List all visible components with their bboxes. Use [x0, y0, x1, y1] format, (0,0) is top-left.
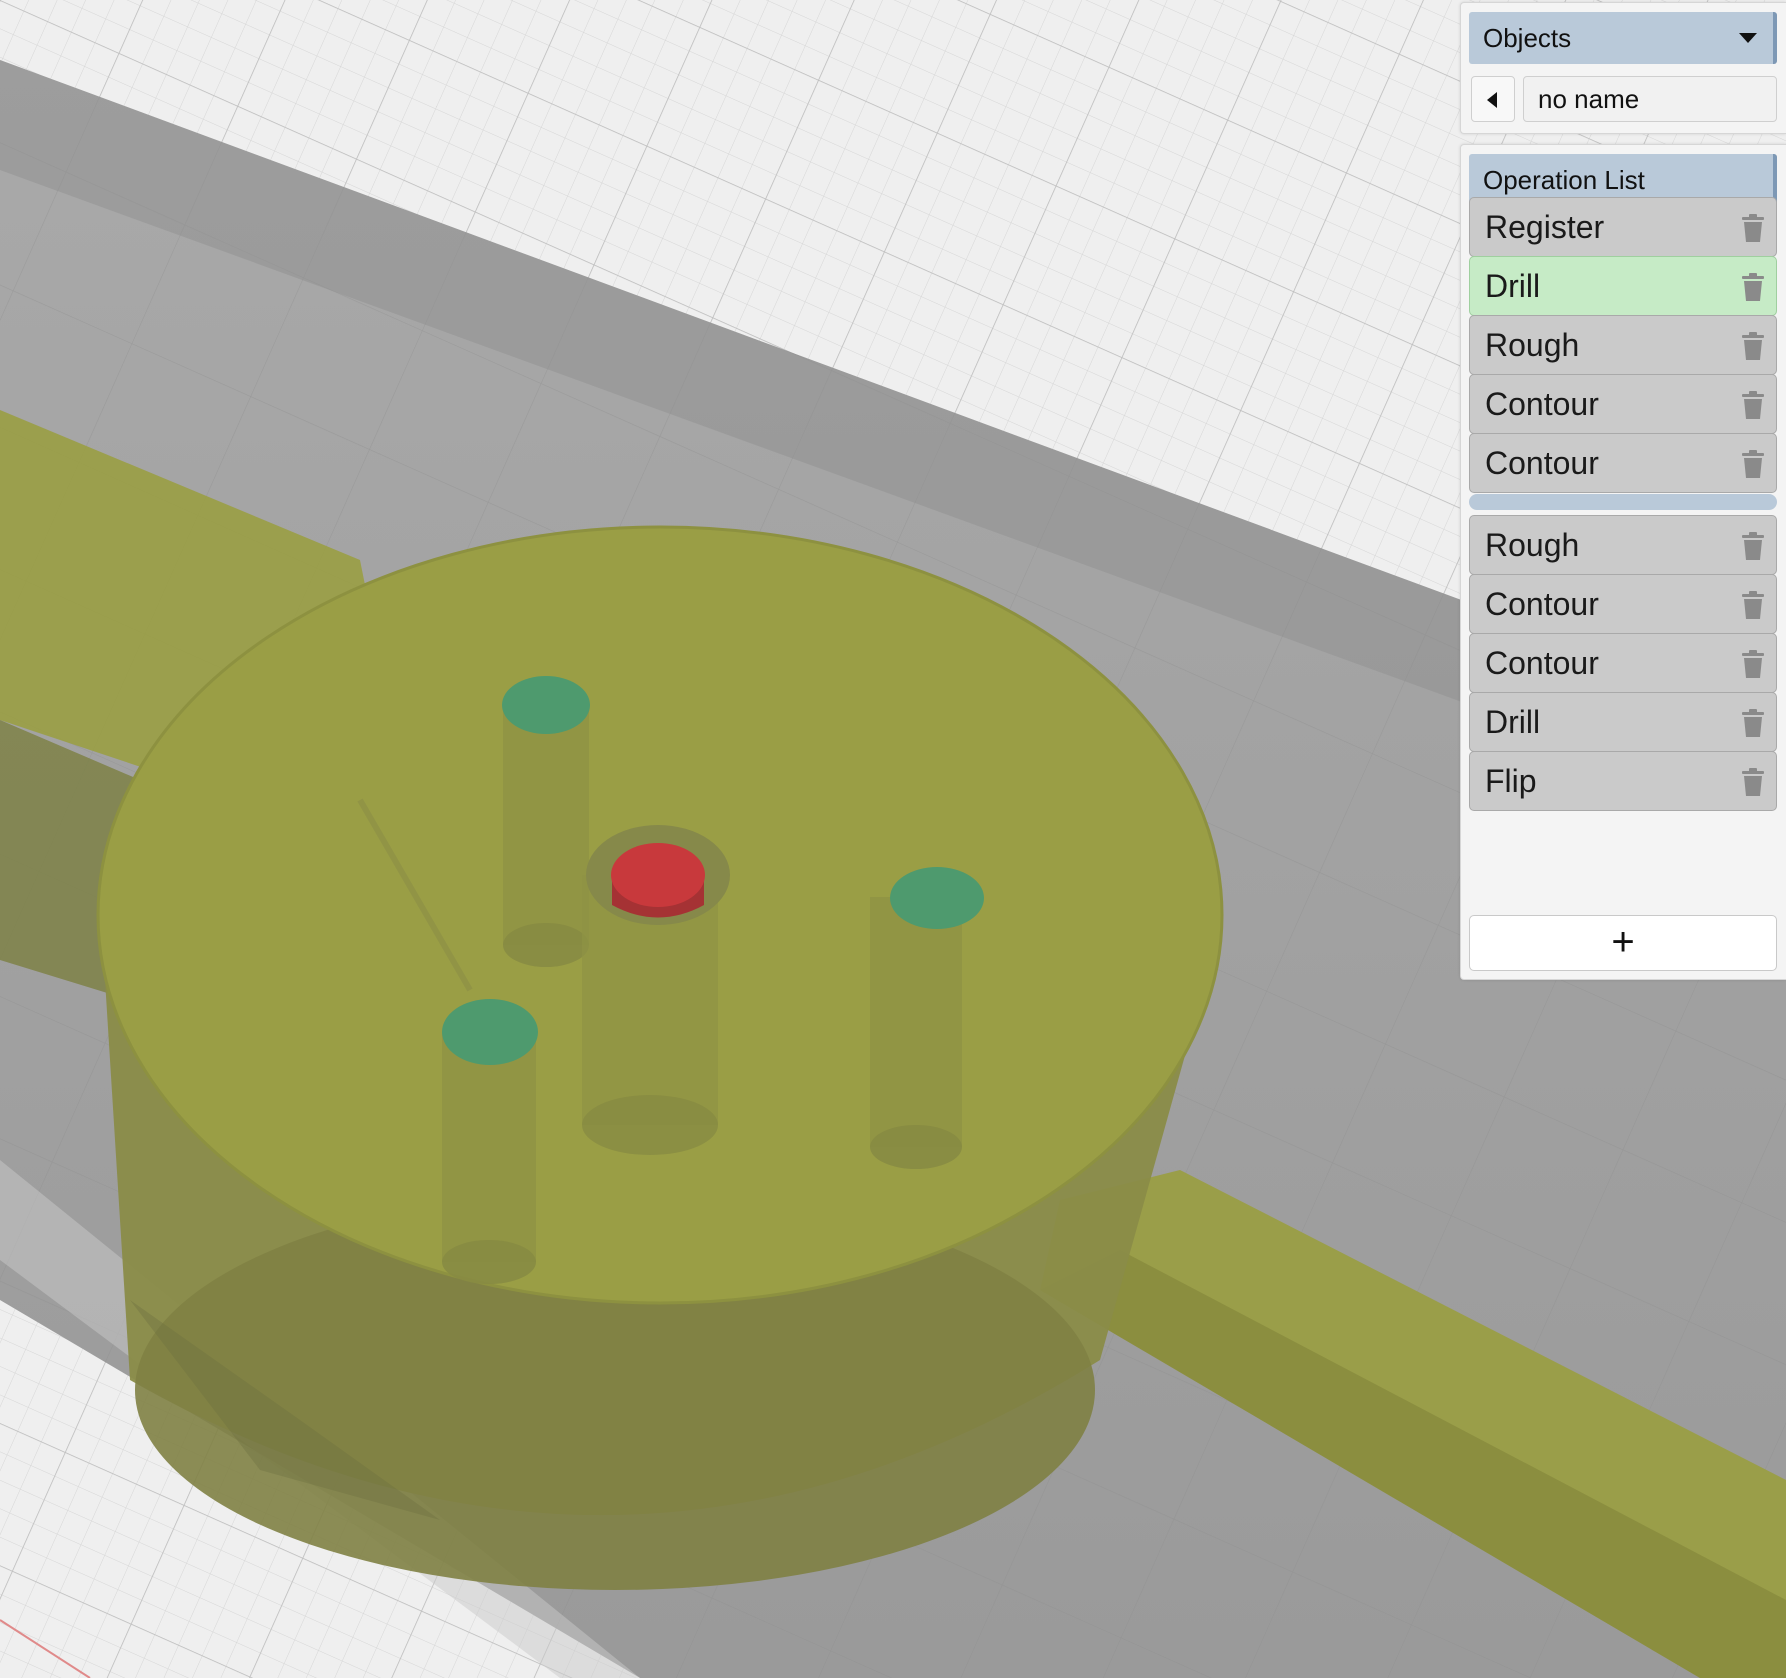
objects-dropdown[interactable]: Objects	[1469, 12, 1777, 64]
operation-label: Rough	[1485, 327, 1580, 363]
add-operation-button[interactable]: +	[1469, 915, 1777, 971]
operation-item[interactable]: Contour	[1469, 433, 1777, 493]
trash-icon[interactable]	[1742, 332, 1764, 360]
trash-icon[interactable]	[1742, 450, 1764, 478]
operation-group-divider	[1469, 494, 1777, 510]
objects-panel: Objects no name	[1460, 2, 1786, 134]
caret-down-icon	[1739, 33, 1757, 43]
operation-label: Rough	[1485, 527, 1580, 563]
operation-item[interactable]: Contour	[1469, 574, 1777, 634]
pin-left	[442, 999, 538, 1284]
trash-icon[interactable]	[1742, 709, 1764, 737]
operation-item[interactable]: Contour	[1469, 374, 1777, 434]
trash-icon[interactable]	[1742, 273, 1764, 301]
pin-center-selected	[582, 825, 730, 1155]
trash-icon[interactable]	[1742, 532, 1764, 560]
caret-left-icon	[1487, 92, 1497, 108]
operation-label: Contour	[1485, 386, 1599, 422]
operation-label: Contour	[1485, 445, 1599, 481]
operation-label: Drill	[1485, 268, 1541, 304]
object-name-field[interactable]: no name	[1523, 76, 1777, 122]
trash-icon[interactable]	[1742, 650, 1764, 678]
trash-icon[interactable]	[1742, 768, 1764, 796]
operation-label: Flip	[1485, 763, 1537, 799]
operation-label: Contour	[1485, 586, 1599, 622]
operation-list-title: Operation List	[1483, 165, 1645, 195]
previous-object-button[interactable]	[1471, 76, 1515, 122]
trash-icon[interactable]	[1742, 214, 1764, 242]
operation-label: Register	[1485, 209, 1605, 245]
operation-item[interactable]: Rough	[1469, 315, 1777, 375]
trash-icon[interactable]	[1742, 591, 1764, 619]
operation-item[interactable]: Drill	[1469, 256, 1777, 316]
objects-title: Objects	[1483, 23, 1572, 53]
trash-icon[interactable]	[1742, 391, 1764, 419]
pin-top	[502, 676, 590, 967]
operation-item[interactable]: Contour	[1469, 633, 1777, 693]
operation-item[interactable]: Drill	[1469, 692, 1777, 752]
operation-item[interactable]: Flip	[1469, 751, 1777, 811]
operation-list-panel: Operation List Register Drill Rough Contour…	[1460, 144, 1786, 980]
operation-label: Contour	[1485, 645, 1599, 681]
operation-label: Drill	[1485, 704, 1541, 740]
operation-item[interactable]: Register	[1469, 197, 1777, 257]
operation-item[interactable]: Rough	[1469, 515, 1777, 575]
